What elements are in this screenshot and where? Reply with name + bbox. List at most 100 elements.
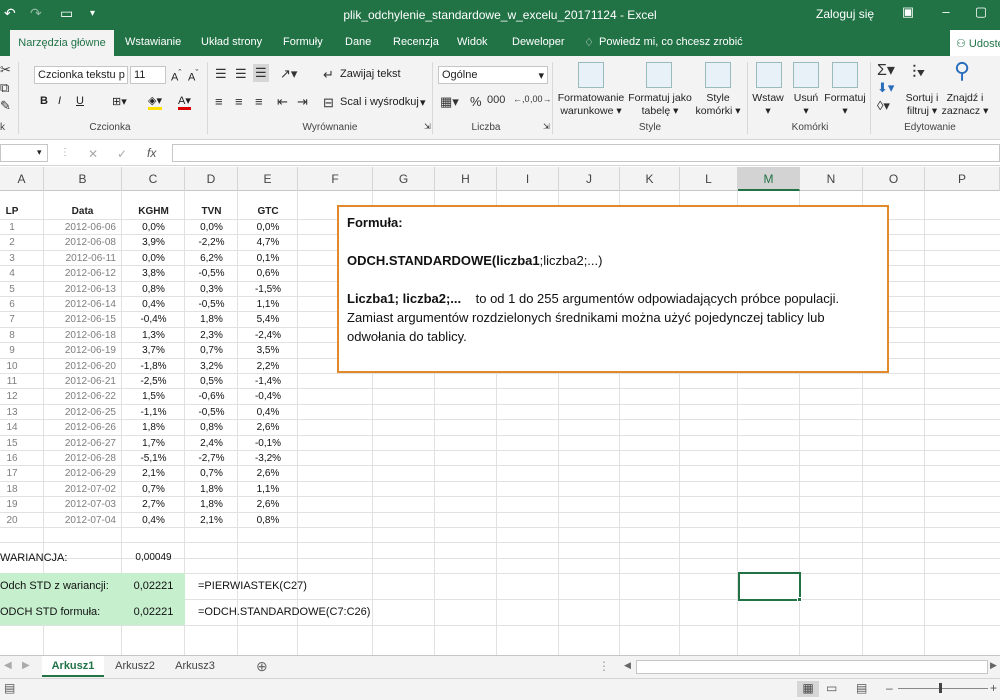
number-launcher-icon[interactable]: ⇲ bbox=[543, 122, 550, 131]
align-top-icon[interactable]: ☰ bbox=[215, 66, 227, 82]
table-cell[interactable]: 1,8% bbox=[122, 422, 185, 433]
shrink-font-icon[interactable]: Aˇ bbox=[188, 68, 198, 84]
table-cell[interactable]: -1,4% bbox=[238, 376, 298, 387]
table-cell[interactable]: 2,6% bbox=[238, 499, 298, 510]
table-cell[interactable]: 0,4% bbox=[122, 515, 185, 526]
format-as-table-button[interactable]: Formatuj jako tabelę ▾ bbox=[626, 92, 694, 118]
cell-styles-icon[interactable] bbox=[705, 62, 731, 88]
table-cell[interactable]: 16 bbox=[0, 453, 24, 464]
accounting-format-icon[interactable]: ▦▾ bbox=[440, 94, 459, 110]
format-cells-icon[interactable] bbox=[832, 62, 858, 88]
table-cell[interactable]: 2012-06-21 bbox=[44, 376, 116, 387]
table-cell[interactable]: 3,8% bbox=[122, 268, 185, 279]
align-left-icon[interactable]: ≡ bbox=[215, 94, 223, 109]
table-cell[interactable]: 2012-06-28 bbox=[44, 453, 116, 464]
table-cell[interactable]: -1,8% bbox=[122, 361, 185, 372]
header-lp[interactable]: LP bbox=[0, 206, 24, 217]
table-cell[interactable]: 2012-06-15 bbox=[44, 314, 116, 325]
formula-note-box[interactable]: Formuła: ODCH.STANDARDOWE(liczba1;liczba… bbox=[337, 205, 889, 373]
table-cell[interactable]: 13 bbox=[0, 407, 24, 418]
tab-review[interactable]: Recenzja bbox=[393, 36, 439, 48]
increase-decimal-icon[interactable]: ←,0 bbox=[513, 94, 530, 104]
table-cell[interactable]: 4 bbox=[0, 268, 24, 279]
align-middle-icon[interactable]: ☰ bbox=[235, 66, 247, 82]
table-cell[interactable]: 6,2% bbox=[185, 253, 238, 264]
table-cell[interactable]: 2012-06-06 bbox=[44, 222, 116, 233]
column-header-g[interactable]: G bbox=[373, 167, 435, 191]
italic-icon[interactable]: I bbox=[58, 95, 61, 107]
std-var-value[interactable]: 0,02221 bbox=[122, 580, 185, 592]
sort-filter-button[interactable]: Sortuj i filtruj ▾ bbox=[902, 92, 942, 118]
table-cell[interactable]: 2012-06-18 bbox=[44, 330, 116, 341]
column-header-k[interactable]: K bbox=[620, 167, 680, 191]
table-cell[interactable]: 2012-06-11 bbox=[44, 253, 116, 264]
copy-icon[interactable]: ⧉ bbox=[0, 80, 9, 96]
table-cell[interactable]: -0,6% bbox=[185, 391, 238, 402]
table-cell[interactable]: 9 bbox=[0, 345, 24, 356]
table-cell[interactable]: 0,7% bbox=[122, 484, 185, 495]
table-cell[interactable]: 1,8% bbox=[185, 499, 238, 510]
table-cell[interactable]: -0,1% bbox=[238, 438, 298, 449]
header-gtc[interactable]: GTC bbox=[238, 206, 298, 217]
table-cell[interactable]: 2012-06-20 bbox=[44, 361, 116, 372]
table-cell[interactable]: 3,5% bbox=[238, 345, 298, 356]
table-cell[interactable]: 1,7% bbox=[122, 438, 185, 449]
table-cell[interactable]: 2012-07-04 bbox=[44, 515, 116, 526]
column-header-j[interactable]: J bbox=[559, 167, 620, 191]
header-kghm[interactable]: KGHM bbox=[122, 206, 185, 217]
prev-sheet-icon[interactable]: ◀ bbox=[4, 660, 12, 671]
tell-me-search[interactable]: Powiedz mi, co chcesz zrobić bbox=[599, 36, 743, 48]
tab-insert[interactable]: Wstawianie bbox=[125, 36, 181, 48]
table-cell[interactable]: -0,5% bbox=[185, 407, 238, 418]
table-cell[interactable]: 1,1% bbox=[238, 484, 298, 495]
wrap-text-icon[interactable]: ↵ bbox=[323, 67, 334, 83]
find-icon[interactable]: ⚲ bbox=[954, 58, 970, 84]
sheet-tab-arkusz3[interactable]: Arkusz3 bbox=[166, 656, 224, 677]
format-cells-button[interactable]: Formatuj ▾ bbox=[822, 92, 868, 118]
tab-view[interactable]: Widok bbox=[457, 36, 488, 48]
cancel-formula-icon[interactable]: ✕ bbox=[88, 147, 98, 161]
column-header-m[interactable]: M bbox=[738, 167, 800, 191]
conditional-formatting-icon[interactable] bbox=[578, 62, 604, 88]
insert-function-icon[interactable]: fx bbox=[147, 146, 156, 160]
column-header-f[interactable]: F bbox=[298, 167, 373, 191]
sheet-tab-arkusz2[interactable]: Arkusz2 bbox=[106, 656, 164, 677]
table-cell[interactable]: 2012-06-25 bbox=[44, 407, 116, 418]
std-formula-value[interactable]: 0,02221 bbox=[122, 606, 185, 618]
table-cell[interactable]: 2,4% bbox=[185, 438, 238, 449]
table-cell[interactable]: 14 bbox=[0, 422, 24, 433]
table-cell[interactable]: 2,3% bbox=[185, 330, 238, 341]
table-cell[interactable]: 6 bbox=[0, 299, 24, 310]
table-cell[interactable]: 3,9% bbox=[122, 237, 185, 248]
zoom-slider-thumb[interactable] bbox=[939, 683, 942, 693]
orientation-icon[interactable]: ↗▾ bbox=[280, 66, 297, 82]
sign-in-link[interactable]: Zaloguj się bbox=[816, 7, 874, 21]
table-cell[interactable]: 0,7% bbox=[185, 345, 238, 356]
macro-record-icon[interactable]: ▤ bbox=[4, 681, 15, 695]
cell-styles-button[interactable]: Style komórki ▾ bbox=[692, 92, 744, 118]
table-cell[interactable]: 2,6% bbox=[238, 422, 298, 433]
column-header-b[interactable]: B bbox=[44, 167, 122, 191]
tab-developer[interactable]: Deweloper bbox=[512, 36, 565, 48]
tab-home[interactable]: Narzędzia główne bbox=[10, 30, 114, 56]
name-box[interactable]: ▾ bbox=[0, 144, 48, 162]
table-cell[interactable]: 8 bbox=[0, 330, 24, 341]
table-cell[interactable]: 2012-06-22 bbox=[44, 391, 116, 402]
table-cell[interactable]: 2012-06-27 bbox=[44, 438, 116, 449]
horizontal-scrollbar[interactable] bbox=[636, 660, 988, 674]
grow-font-icon[interactable]: Aˆ bbox=[171, 68, 181, 84]
table-cell[interactable]: -3,2% bbox=[238, 453, 298, 464]
merge-dropdown-icon[interactable]: ▾ bbox=[420, 96, 426, 109]
column-header-n[interactable]: N bbox=[800, 167, 863, 191]
table-cell[interactable]: 7 bbox=[0, 314, 24, 325]
fill-handle[interactable] bbox=[797, 597, 802, 602]
table-cell[interactable]: 10 bbox=[0, 361, 24, 372]
align-right-icon[interactable]: ≡ bbox=[255, 94, 263, 109]
table-cell[interactable]: -0,5% bbox=[185, 299, 238, 310]
table-cell[interactable]: 2012-07-02 bbox=[44, 484, 116, 495]
normal-view-icon[interactable]: ▦ bbox=[797, 681, 819, 697]
table-cell[interactable]: 2012-06-26 bbox=[44, 422, 116, 433]
table-cell[interactable]: 2 bbox=[0, 237, 24, 248]
bold-icon[interactable]: B bbox=[40, 95, 48, 107]
column-header-a[interactable]: A bbox=[0, 167, 44, 191]
